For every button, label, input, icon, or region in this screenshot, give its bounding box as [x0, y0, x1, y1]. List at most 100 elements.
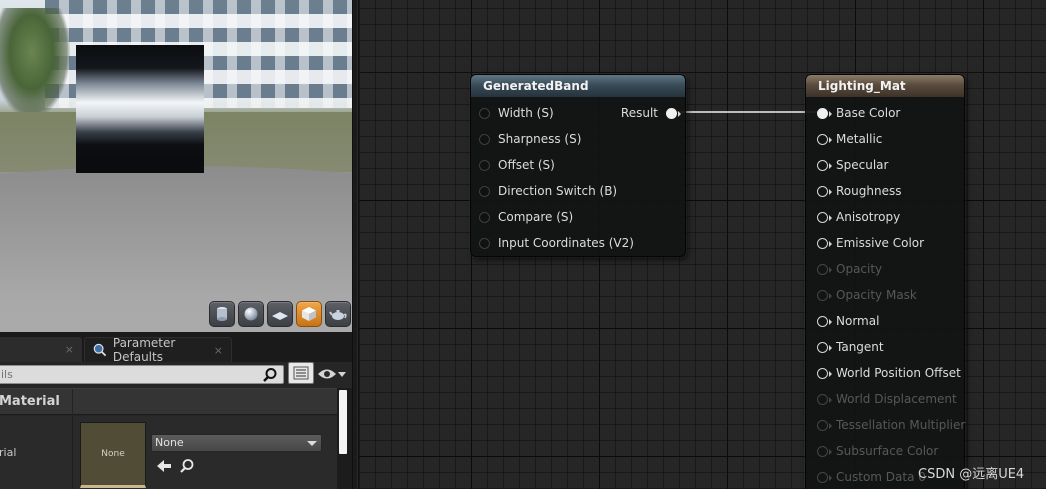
teapot-icon [329, 310, 347, 320]
pin-icon[interactable] [479, 159, 490, 171]
background-tree [0, 8, 70, 118]
input-pin-row[interactable]: Compare (S) [479, 208, 573, 226]
pin-icon[interactable] [817, 133, 832, 145]
preview-cube-mesh [76, 45, 204, 173]
node-title: GeneratedBand [471, 75, 685, 97]
asset-thumbnail[interactable]: None [80, 422, 146, 488]
material-input-pin-row[interactable]: Emissive Color [817, 234, 924, 252]
output-pin-result[interactable]: Result [620, 104, 681, 122]
tab-details-close-icon[interactable]: × [65, 343, 74, 356]
preview-cylinder-button[interactable] [209, 301, 235, 327]
input-pin-row[interactable]: Input Coordinates (V2) [479, 234, 634, 252]
preview-plane-button[interactable] [267, 301, 293, 327]
input-pin-label: Offset (S) [498, 158, 555, 172]
pin-icon[interactable] [479, 185, 490, 197]
material-graph-canvas[interactable]: GeneratedBand Width (S) Sharpness (S) Offs… [358, 0, 1046, 489]
tab-parameter-defaults-close-icon[interactable]: × [214, 344, 223, 357]
material-input-pin-row: World Displacement [817, 390, 957, 408]
eye-icon [318, 369, 336, 379]
material-input-pin-row[interactable]: Anisotropy [817, 208, 900, 226]
magnifier-globe-icon [93, 343, 107, 357]
material-input-pin-row: Custom Data 0 [817, 468, 926, 486]
pin-icon[interactable] [817, 315, 832, 327]
pin-icon [817, 393, 832, 405]
preview-cube-button[interactable] [296, 301, 322, 327]
material-input-pin-row: Opacity [817, 260, 882, 278]
tab-parameter-defaults[interactable]: Parameter Defaults × [84, 336, 232, 364]
node-generated-band[interactable]: GeneratedBand Width (S) Sharpness (S) Offs… [470, 74, 686, 257]
pin-icon[interactable] [666, 107, 681, 119]
input-pin-label: Subsurface Color [836, 444, 939, 458]
pin-icon [817, 289, 832, 301]
cube-icon [302, 307, 316, 321]
pin-icon[interactable] [479, 237, 490, 249]
input-pin-label: Custom Data 0 [836, 470, 926, 484]
input-pin-row[interactable]: Offset (S) [479, 156, 555, 174]
material-input-pin-row: Opacity Mask [817, 286, 917, 304]
material-input-pin-row[interactable]: Roughness [817, 182, 901, 200]
tab-parameter-defaults-label: Parameter Defaults [112, 336, 176, 364]
node-lighting-mat[interactable]: Lighting_Mat Base Color Metallic Specular R… [805, 74, 965, 489]
input-pin-label: Base Color [836, 106, 901, 120]
column-divider[interactable] [72, 389, 73, 416]
pin-icon[interactable] [817, 367, 832, 379]
pin-icon[interactable] [479, 211, 490, 223]
material-input-pin-row[interactable]: Base Color [817, 104, 900, 122]
pin-icon [817, 263, 832, 275]
input-pin-row[interactable]: Direction Switch (B) [479, 182, 617, 200]
input-pin-label: Compare (S) [498, 210, 574, 224]
pin-icon[interactable] [817, 185, 832, 197]
category-label: Material [0, 394, 60, 409]
input-pin-label: World Position Offset [836, 366, 961, 380]
plane-icon [272, 312, 288, 320]
input-pin-label: Specular [836, 158, 889, 172]
tab-details[interactable]: × [0, 337, 82, 362]
input-pin-label: Roughness [836, 184, 902, 198]
search-icon[interactable] [262, 367, 278, 383]
output-pin-label: Result [620, 106, 658, 120]
input-pin-label: World Displacement [836, 392, 957, 406]
search-icon[interactable] [179, 458, 195, 474]
material-input-pin-row[interactable]: Specular [817, 156, 888, 174]
material-input-pin-row[interactable]: Tangent [817, 338, 884, 356]
input-pin-label: Anisotropy [836, 210, 901, 224]
material-property-row: rial None None [0, 416, 337, 489]
pin-icon[interactable] [817, 237, 832, 249]
details-tab-bar: × Parameter Defaults × [0, 332, 352, 364]
viewport-preview-toolbar [209, 301, 351, 327]
details-panel: × Parameter Defaults × Material rial Non… [0, 332, 352, 489]
details-scrollbar-thumb[interactable] [339, 390, 347, 454]
pin-icon[interactable] [479, 107, 490, 119]
chevron-down-icon [307, 441, 317, 446]
input-pin-label: Tangent [836, 340, 884, 354]
pin-icon[interactable] [479, 133, 490, 145]
input-pin-label: Input Coordinates (V2) [498, 236, 634, 250]
column-divider[interactable] [72, 416, 73, 489]
preview-sphere-button[interactable] [238, 301, 264, 327]
details-scrollbar[interactable] [337, 388, 352, 489]
material-input-pin-row[interactable]: Metallic [817, 130, 882, 148]
material-input-pin-row[interactable]: World Position Offset [817, 364, 961, 382]
category-header-material[interactable]: Material [0, 388, 337, 416]
arrow-left-icon[interactable] [156, 458, 172, 474]
input-pin-label: Metallic [836, 132, 883, 146]
pin-icon[interactable] [817, 107, 832, 119]
pin-icon[interactable] [817, 159, 832, 171]
pin-icon [817, 445, 832, 457]
visibility-filter-dropdown[interactable] [317, 365, 349, 383]
input-pin-label: Opacity [836, 262, 883, 276]
preview-viewport[interactable] [0, 0, 352, 332]
input-pin-row[interactable]: Sharpness (S) [479, 130, 581, 148]
pin-icon [817, 419, 832, 431]
input-pin-label: Emissive Color [836, 236, 925, 250]
pin-icon[interactable] [817, 211, 832, 223]
material-input-pin-row: Subsurface Color [817, 442, 938, 460]
asset-picker-value: None [155, 436, 184, 449]
material-input-pin-row[interactable]: Normal [817, 312, 879, 330]
preview-custom-mesh-button[interactable] [325, 301, 351, 327]
input-pin-row[interactable]: Width (S) [479, 104, 554, 122]
pin-icon[interactable] [817, 341, 832, 353]
asset-picker-dropdown[interactable]: None [151, 434, 322, 452]
details-search-input[interactable] [0, 365, 284, 384]
view-options-button[interactable] [288, 362, 314, 384]
